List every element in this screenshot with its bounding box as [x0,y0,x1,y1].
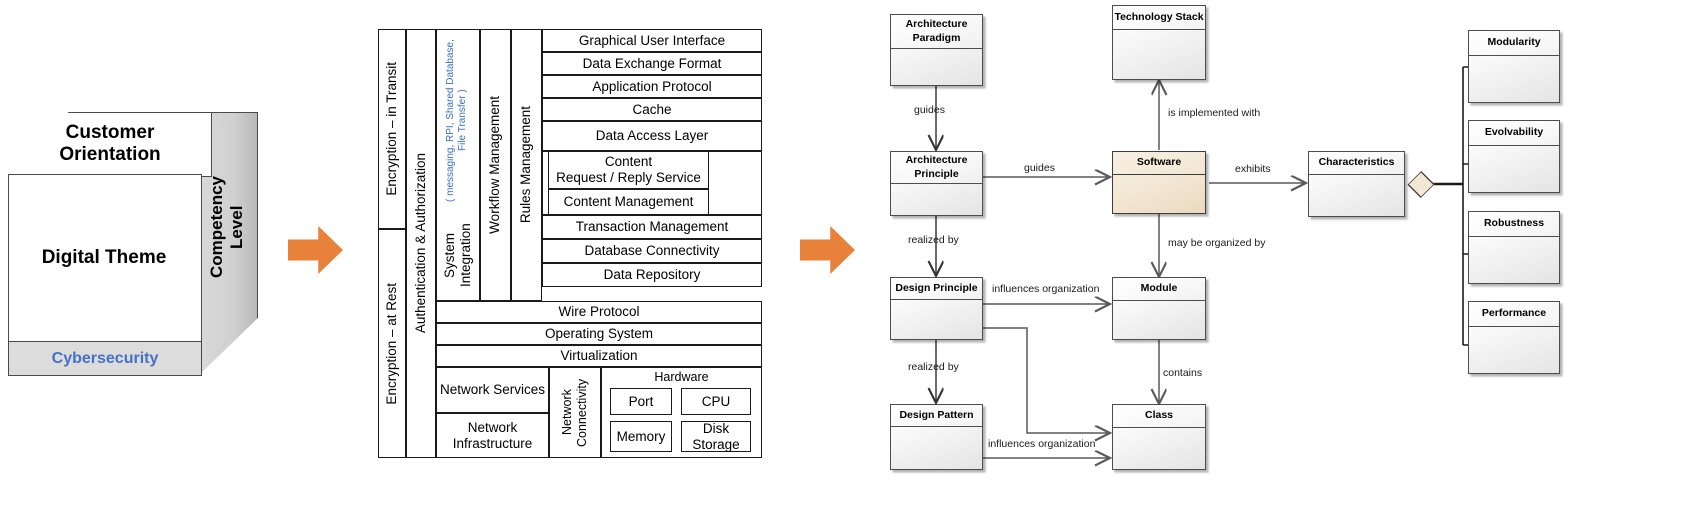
uml-class-architecture-paradigm-title: Architecture Paradigm [891,15,982,49]
uml-class-evolvability-title: Evolvability [1469,121,1559,146]
uml-class-design-pattern-title: Design Pattern [891,405,982,427]
uml-class-design-principle-title: Design Principle [891,278,982,300]
uml-class-modularity-title: Modularity [1469,31,1559,56]
uml-class-design-pattern[interactable]: Design Pattern [890,404,983,470]
uml-class-technology-stack-title: Technology Stack [1113,6,1205,30]
diagram-canvas: Competency Level Customer Orientation Di… [0,0,1701,528]
edge-label-guides-horizontal: guides [1024,162,1055,174]
uml-class-characteristics-title: Characteristics [1309,152,1404,175]
edge-label-realized-by-2: realized by [908,361,959,373]
uml-class-module[interactable]: Module [1112,277,1206,340]
uml-class-evolvability[interactable]: Evolvability [1468,120,1560,193]
edge-label-may-be-organized-by: may be organized by [1168,237,1266,249]
edge-label-exhibits: exhibits [1235,163,1271,175]
uml-class-technology-stack[interactable]: Technology Stack [1112,5,1206,80]
uml-class-characteristics[interactable]: Characteristics [1308,151,1405,217]
uml-class-robustness[interactable]: Robustness [1468,211,1560,284]
edge-label-contains: contains [1163,367,1203,379]
uml-class-software-title: Software [1113,152,1205,175]
uml-class-module-title: Module [1113,278,1205,301]
uml-class-performance-title: Performance [1469,302,1559,327]
uml-class-class[interactable]: Class [1112,404,1206,470]
uml-class-class-title: Class [1113,405,1205,428]
uml-connector-layer [0,66,1500,528]
uml-class-robustness-title: Robustness [1469,212,1559,237]
uml-class-diagram: Architecture Paradigm Architecture Princ… [0,0,1701,528]
edge-label-influences-organization-2: influences organization [988,438,1096,450]
uml-class-software[interactable]: Software [1112,151,1206,214]
title-line2: Principle [914,167,959,180]
uml-class-architecture-principle-title: Architecture Principle [891,152,982,184]
uml-class-architecture-principle[interactable]: Architecture Principle [890,151,983,216]
uml-class-modularity[interactable]: Modularity [1468,30,1560,103]
edge-label-guides-vertical: guides [914,104,945,116]
title-line1: Architecture [905,154,968,167]
title-line1: Architecture [905,18,968,31]
uml-class-architecture-paradigm[interactable]: Architecture Paradigm [890,14,983,86]
edge-label-is-implemented-with: is implemented with [1168,107,1261,119]
uml-class-performance[interactable]: Performance [1468,301,1560,374]
edge-label-influences-organization-1: influences organization [992,283,1100,295]
uml-class-design-principle[interactable]: Design Principle [890,277,983,340]
title-line2: Paradigm [912,31,961,44]
edge-label-realized-by-1: realized by [908,234,959,246]
